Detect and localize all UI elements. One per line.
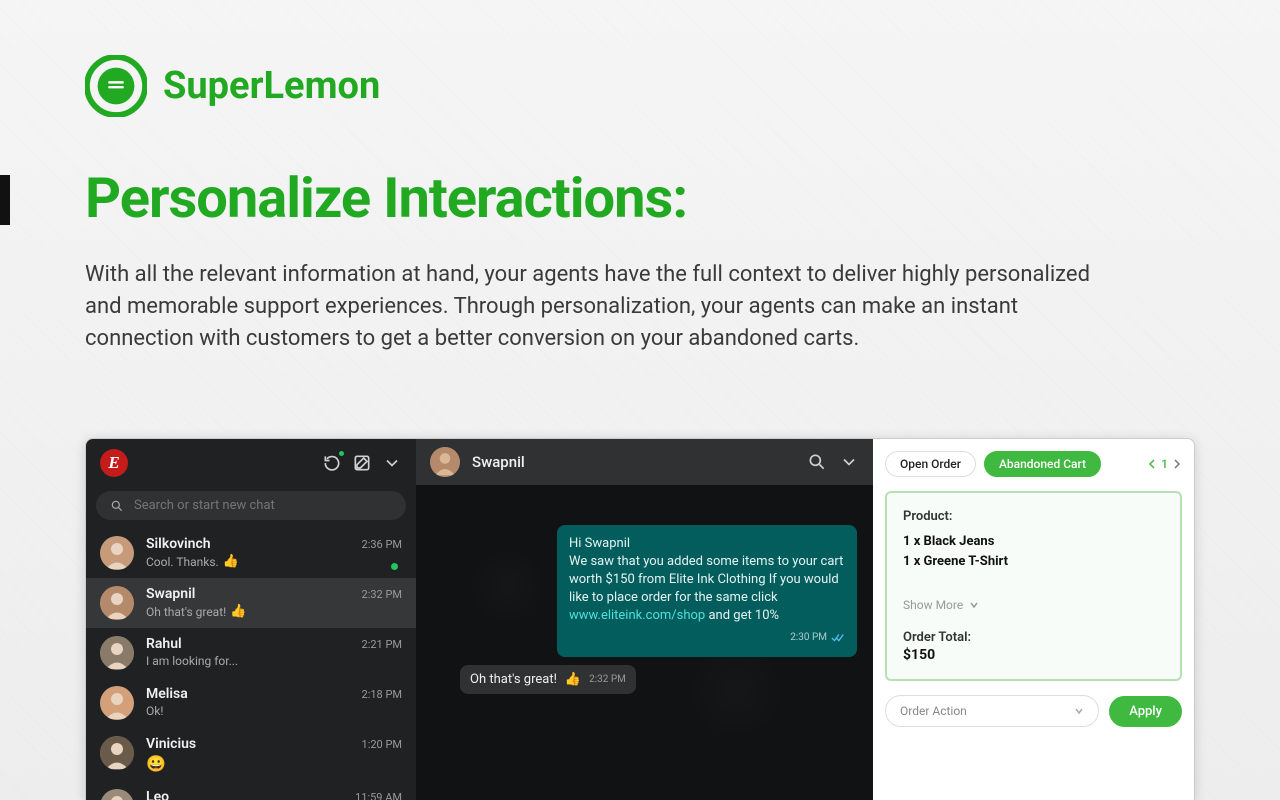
order-card: Product: 1 x Black Jeans1 x Greene T-Shi… bbox=[885, 491, 1182, 681]
chat-list: Silkovinch 2:36 PM Cool. Thanks.👍 Swapnil 2:… bbox=[86, 528, 416, 800]
pager: 1 bbox=[1147, 457, 1182, 471]
search-icon bbox=[110, 499, 124, 513]
details-header: Open Order Abandoned Cart 1 bbox=[885, 451, 1182, 477]
chat-time: 2:36 PM bbox=[362, 538, 402, 551]
msg-timestamp: 2:30 PM bbox=[790, 629, 827, 647]
search-input-wrapper[interactable] bbox=[96, 491, 406, 520]
incoming-timestamp: 2:32 PM bbox=[589, 674, 626, 685]
incoming-message: Oh that's great! 👍 2:32 PM bbox=[460, 665, 636, 694]
msg-greeting: Hi Swapnil bbox=[569, 536, 630, 551]
chat-time: 1:20 PM bbox=[362, 738, 402, 751]
chat-name: Leo bbox=[146, 789, 169, 800]
chat-header: Swapnil bbox=[416, 439, 873, 485]
chat-preview: I am looking for... bbox=[146, 654, 402, 668]
msg-body-2: and get 10% bbox=[705, 608, 779, 623]
unread-indicator bbox=[391, 563, 398, 570]
avatar bbox=[100, 536, 134, 570]
tab-open-order[interactable]: Open Order bbox=[885, 451, 976, 477]
sidebar: E Silkovinch 2:36 PM Cool. Thanks.👍 Swapnil… bbox=[86, 439, 416, 800]
chat-preview: 😀 bbox=[146, 754, 402, 773]
product-line: 1 x Black Jeans bbox=[903, 532, 1164, 552]
page-description: With all the relevant information at han… bbox=[85, 259, 1115, 355]
chat-preview: Oh that's great!👍 bbox=[146, 604, 402, 619]
chat-name: Rahul bbox=[146, 636, 182, 652]
chevron-down-icon[interactable] bbox=[382, 453, 402, 473]
chat-menu-chevron-icon[interactable] bbox=[839, 452, 859, 472]
chat-name: Swapnil bbox=[146, 586, 195, 602]
tab-abandoned-cart[interactable]: Abandoned Cart bbox=[984, 451, 1101, 477]
product-line: 1 x Greene T-Shirt bbox=[903, 552, 1164, 572]
chat-time: 2:21 PM bbox=[362, 638, 402, 651]
chat-time: 2:32 PM bbox=[362, 588, 402, 601]
pager-next-icon[interactable] bbox=[1172, 459, 1182, 469]
chat-name: Silkovinch bbox=[146, 536, 211, 552]
chat-name: Melisa bbox=[146, 686, 188, 702]
chat-preview: Cool. Thanks.👍 bbox=[146, 554, 402, 569]
pager-prev-icon[interactable] bbox=[1147, 459, 1157, 469]
incoming-text: Oh that's great! bbox=[470, 672, 557, 687]
details-panel: Open Order Abandoned Cart 1 Product: 1 x… bbox=[873, 439, 1194, 800]
chat-list-item[interactable]: Swapnil 2:32 PM Oh that's great!👍 bbox=[86, 578, 416, 628]
chat-pane: Swapnil Hi Swapnil We saw that you added… bbox=[416, 439, 873, 800]
pager-current: 1 bbox=[1161, 457, 1168, 471]
app-window: E Silkovinch 2:36 PM Cool. Thanks.👍 Swapnil… bbox=[85, 438, 1195, 800]
product-label: Product: bbox=[903, 509, 1164, 524]
contact-avatar bbox=[430, 447, 460, 477]
chat-list-item[interactable]: Melisa 2:18 PM Ok! bbox=[86, 678, 416, 728]
brand-name: SuperLemon bbox=[163, 64, 380, 108]
order-action-select[interactable]: Order Action bbox=[885, 695, 1099, 727]
search-input[interactable] bbox=[134, 498, 392, 513]
avatar bbox=[100, 736, 134, 770]
chat-list-item[interactable]: Leo 11:59 AM bbox=[86, 781, 416, 800]
avatar bbox=[100, 636, 134, 670]
compose-icon[interactable] bbox=[352, 453, 372, 473]
chat-preview: Ok! bbox=[146, 704, 402, 718]
avatar bbox=[100, 789, 134, 800]
thumbs-up-icon: 👍 bbox=[565, 672, 581, 687]
chat-list-item[interactable]: Silkovinch 2:36 PM Cool. Thanks.👍 bbox=[86, 528, 416, 578]
app-badge-icon: E bbox=[100, 449, 128, 477]
order-total-label: Order Total: bbox=[903, 630, 1164, 645]
avatar bbox=[100, 586, 134, 620]
apply-button[interactable]: Apply bbox=[1109, 696, 1182, 727]
refresh-icon[interactable] bbox=[322, 453, 342, 473]
chat-list-item[interactable]: Vinicius 1:20 PM 😀 bbox=[86, 728, 416, 781]
chevron-down-icon bbox=[969, 600, 979, 610]
order-total-value: $150 bbox=[903, 647, 1164, 663]
chat-time: 11:59 AM bbox=[355, 791, 402, 800]
msg-link[interactable]: www.eliteink.com/shop bbox=[569, 608, 705, 623]
superlemon-logo-icon bbox=[85, 55, 147, 117]
outgoing-message: Hi Swapnil We saw that you added some it… bbox=[557, 525, 857, 657]
chat-name: Vinicius bbox=[146, 736, 196, 752]
chat-time: 2:18 PM bbox=[362, 688, 402, 701]
msg-body-1: We saw that you added some items to your… bbox=[569, 554, 843, 605]
chevron-down-icon bbox=[1074, 706, 1084, 716]
logo-block: SuperLemon bbox=[85, 55, 1195, 117]
contact-name: Swapnil bbox=[472, 453, 795, 471]
chat-list-item[interactable]: Rahul 2:21 PM I am looking for... bbox=[86, 628, 416, 678]
page-headline: Personalize Interactions: bbox=[85, 165, 1195, 231]
avatar bbox=[100, 686, 134, 720]
double-check-icon bbox=[831, 633, 845, 643]
show-more-toggle[interactable]: Show More bbox=[903, 598, 1164, 612]
chat-search-icon[interactable] bbox=[807, 452, 827, 472]
sidebar-header: E bbox=[86, 439, 416, 487]
